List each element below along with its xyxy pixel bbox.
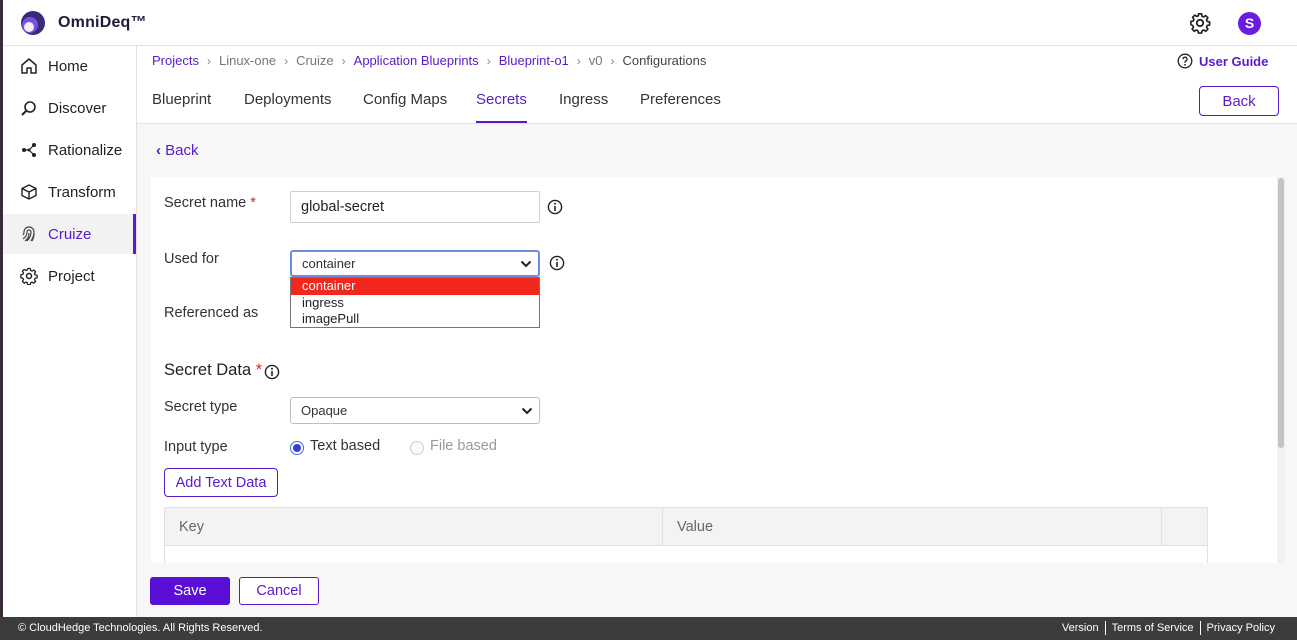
- used-for-dropdown-list: container ingress imagePull: [290, 277, 540, 328]
- chevron-right-icon: ›: [610, 53, 615, 68]
- option-imagepull[interactable]: imagePull: [291, 311, 539, 328]
- sidebar: Home Discover Rationalize Transform Crui…: [3, 46, 137, 297]
- column-value: Value: [677, 519, 714, 535]
- column-divider: [1161, 508, 1162, 546]
- secret-data-title-text: Secret Data: [164, 361, 252, 379]
- option-container[interactable]: container: [291, 278, 539, 295]
- sidebar-item-label: Home: [48, 57, 89, 75]
- magnify-icon: [21, 101, 36, 116]
- radio-text-based[interactable]: [290, 441, 304, 455]
- info-circle-icon[interactable]: [547, 199, 563, 215]
- back-link[interactable]: ‹ Back: [156, 142, 199, 159]
- tab-deployments[interactable]: Deployments: [244, 91, 332, 123]
- omnideq-logo: [21, 11, 45, 35]
- breadcrumb-blueprint[interactable]: Blueprint-o1: [499, 53, 569, 68]
- chevron-right-icon: ›: [284, 53, 289, 68]
- question-circle-icon: [1177, 53, 1193, 69]
- breadcrumb-module: Cruize: [296, 53, 334, 68]
- chevron-down-icon: [521, 407, 533, 415]
- top-bar: OmniDeq™ S: [3, 0, 1297, 46]
- referenced-as-label: Referenced as: [164, 305, 259, 321]
- user-guide-link[interactable]: User Guide: [1177, 53, 1268, 69]
- required-mark: *: [255, 361, 263, 379]
- sidebar-item-label: Rationalize: [48, 141, 123, 159]
- back-button[interactable]: Back: [1199, 86, 1279, 116]
- file-based-label: File based: [430, 438, 497, 454]
- copyright-text: © CloudHedge Technologies. All Rights Re…: [18, 622, 263, 634]
- required-mark: *: [250, 195, 256, 211]
- sidebar-item-cruize[interactable]: Cruize: [3, 214, 136, 254]
- cancel-button[interactable]: Cancel: [239, 577, 319, 605]
- sidebar-item-transform[interactable]: Transform: [3, 172, 136, 212]
- tab-secrets[interactable]: Secrets: [476, 91, 527, 123]
- info-circle-icon[interactable]: [264, 364, 280, 380]
- footer-link-version[interactable]: Version: [1056, 622, 1105, 634]
- chevron-right-icon: ›: [576, 53, 581, 68]
- user-guide-label: User Guide: [1199, 53, 1269, 69]
- used-for-select[interactable]: container: [290, 250, 540, 277]
- sidebar-item-label: Transform: [48, 183, 116, 201]
- app-name: OmniDeq™: [58, 14, 147, 31]
- home-icon: [21, 58, 37, 74]
- breadcrumb-project: Linux-one: [218, 53, 277, 68]
- page-footer: © CloudHedge Technologies. All Rights Re…: [0, 617, 1297, 640]
- tab-blueprint[interactable]: Blueprint: [152, 91, 211, 123]
- breadcrumb-version: v0: [588, 53, 603, 68]
- cog-icon: [20, 267, 38, 285]
- option-ingress[interactable]: ingress: [291, 295, 539, 312]
- save-button[interactable]: Save: [150, 577, 230, 605]
- content-footer-area: [151, 563, 1285, 617]
- sidebar-item-home[interactable]: Home: [3, 46, 136, 86]
- info-circle-icon[interactable]: [549, 255, 565, 271]
- secret-name-label-text: Secret name: [164, 195, 247, 211]
- secret-form-card: [151, 177, 1285, 563]
- secret-type-label: Secret type: [164, 399, 238, 415]
- fingerprint-icon: [22, 226, 35, 242]
- sidebar-item-label: Cruize: [48, 225, 92, 243]
- chevron-down-icon: [520, 260, 532, 268]
- breadcrumb: Projects › Linux-one › Cruize › Applicat…: [152, 53, 706, 68]
- breadcrumb-application-blueprints[interactable]: Application Blueprints: [354, 53, 479, 68]
- tab-bar: Blueprint Deployments Config Maps Secret…: [137, 86, 1297, 124]
- table-header: Key Value: [165, 508, 1207, 546]
- sidebar-item-discover[interactable]: Discover: [3, 88, 136, 128]
- used-for-label: Used for: [164, 251, 219, 267]
- footer-links: Version Terms of Service Privacy Policy: [1056, 621, 1281, 635]
- used-for-selected-value: container: [302, 256, 356, 271]
- breadcrumb-current: Configurations: [622, 53, 707, 68]
- scrollbar-thumb[interactable]: [1278, 178, 1284, 448]
- input-type-label: Input type: [164, 439, 228, 455]
- add-text-data-button[interactable]: Add Text Data: [164, 468, 278, 497]
- gear-icon[interactable]: [1189, 12, 1211, 34]
- chevron-left-icon: ‹: [156, 142, 161, 159]
- radio-file-based[interactable]: [410, 441, 424, 455]
- column-key: Key: [179, 519, 204, 535]
- footer-link-terms[interactable]: Terms of Service: [1106, 622, 1200, 634]
- secret-type-selected-value: Opaque: [301, 403, 348, 418]
- sidebar-item-rationalize[interactable]: Rationalize: [3, 130, 136, 170]
- secret-data-title: Secret Data *: [164, 361, 262, 380]
- chevron-right-icon: ›: [486, 53, 491, 68]
- cube-icon: [21, 184, 37, 200]
- secret-name-label: Secret name *: [164, 195, 256, 211]
- sidebar-empty-area: [3, 297, 137, 617]
- sidebar-item-label: Discover: [48, 99, 107, 117]
- tab-ingress[interactable]: Ingress: [559, 91, 608, 123]
- back-link-label: Back: [165, 142, 199, 159]
- text-based-label: Text based: [310, 438, 381, 454]
- chevron-right-icon: ›: [341, 53, 346, 68]
- tab-preferences[interactable]: Preferences: [640, 91, 721, 123]
- footer-link-privacy[interactable]: Privacy Policy: [1201, 622, 1281, 634]
- sidebar-item-project[interactable]: Project: [3, 256, 136, 296]
- secret-name-input[interactable]: global-secret: [290, 191, 540, 223]
- tab-config-maps[interactable]: Config Maps: [363, 91, 447, 123]
- breadcrumb-projects[interactable]: Projects: [152, 53, 199, 68]
- sidebar-item-label: Project: [48, 267, 95, 285]
- user-avatar[interactable]: S: [1238, 12, 1261, 35]
- nodes-icon: [22, 143, 36, 157]
- secret-data-table: Key Value: [164, 507, 1208, 567]
- secret-type-select[interactable]: Opaque: [290, 397, 540, 424]
- chevron-right-icon: ›: [206, 53, 211, 68]
